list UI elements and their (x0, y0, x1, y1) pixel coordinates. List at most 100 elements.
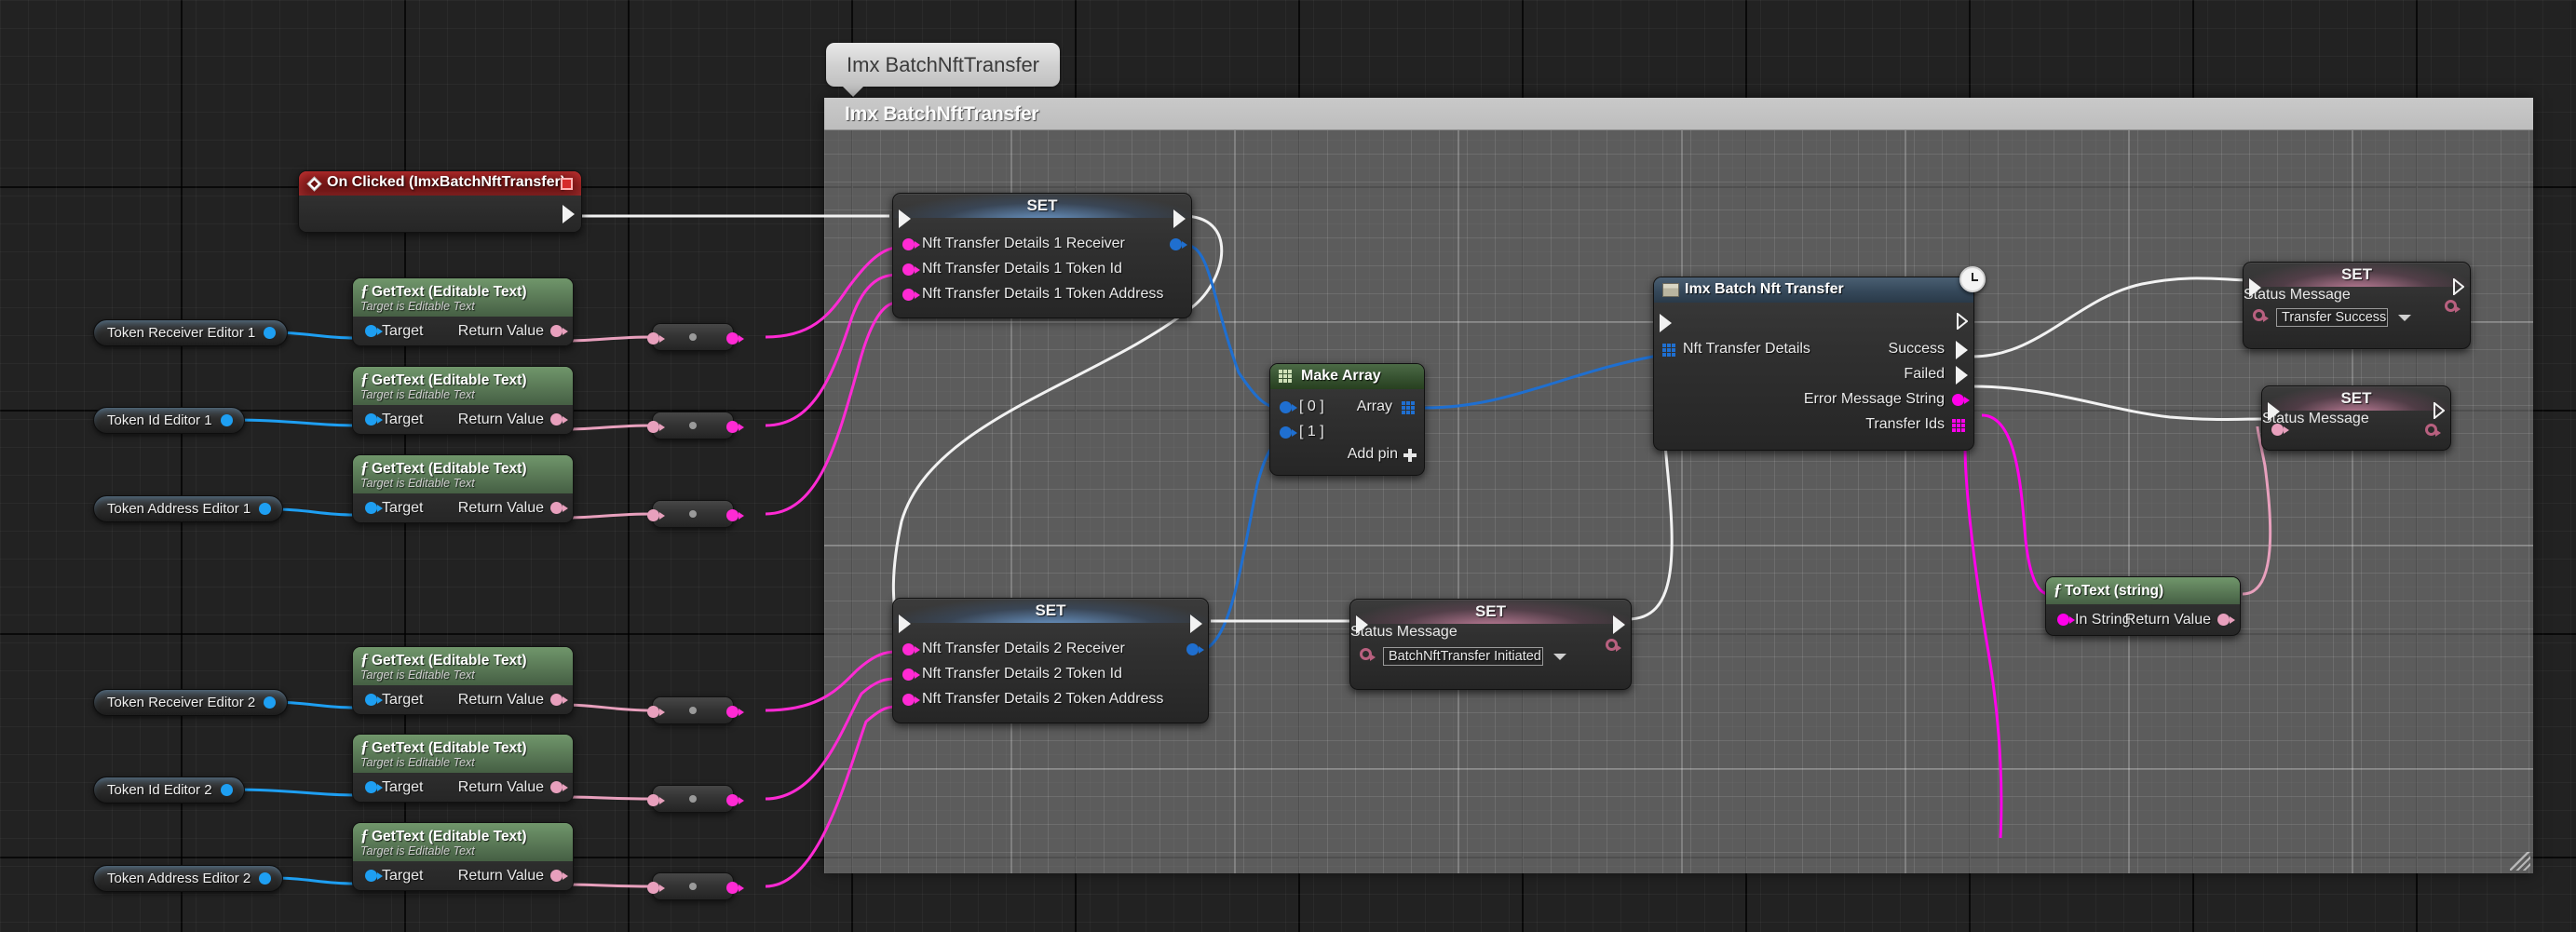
text-to-string-conversion-node-3[interactable] (652, 500, 734, 528)
conv-in-pin[interactable] (647, 421, 659, 433)
target-in-pin[interactable] (365, 502, 377, 514)
variable-token-id-editor-1[interactable]: Token Id Editor 1 (93, 407, 245, 434)
variable-out-pin[interactable] (259, 872, 271, 885)
conv-out-pin[interactable] (726, 706, 739, 718)
batch-exec-out-pin[interactable] (1957, 313, 1967, 329)
gettext-node-3[interactable]: ƒGetText (Editable Text) Target is Edita… (352, 454, 574, 523)
set-exec-out-pin[interactable] (2453, 278, 2463, 294)
gettext-node-6[interactable]: ƒGetText (Editable Text) Target is Edita… (352, 822, 574, 891)
error-message-string-out-pin[interactable] (1952, 394, 1964, 406)
event-exec-out-pin[interactable] (563, 205, 575, 223)
conv-out-pin[interactable] (726, 332, 739, 344)
text-to-string-conversion-node-5[interactable] (652, 785, 734, 813)
graph-tab-imx-batchnfttransfer[interactable]: Imx BatchNftTransfer (826, 43, 1060, 87)
gettext-node-4[interactable]: ƒGetText (Editable Text) Target is Edita… (352, 646, 574, 715)
add-pin-label[interactable]: Add pin (1348, 446, 1398, 463)
conv-in-pin[interactable] (647, 706, 659, 718)
transfer-ids-out-pin[interactable] (1952, 419, 1965, 432)
chevron-down-icon[interactable] (1553, 654, 1566, 660)
red-square-icon[interactable] (561, 178, 573, 190)
conv-in-pin[interactable] (647, 882, 659, 894)
set-in-pin[interactable] (902, 263, 915, 276)
target-in-pin[interactable] (365, 413, 377, 425)
variable-token-id-editor-2[interactable]: Token Id Editor 2 (93, 777, 245, 804)
set-in-pin[interactable] (902, 669, 915, 681)
conv-out-pin[interactable] (726, 882, 739, 894)
in-string-pin[interactable] (2057, 614, 2069, 626)
batch-exec-in-pin[interactable] (1660, 314, 1672, 332)
text-to-string-conversion-node-6[interactable] (652, 872, 734, 900)
status-message-text-field[interactable]: Transfer Success (2276, 308, 2388, 327)
totext-string-node[interactable]: ƒToText (string) In String Return Value (2045, 576, 2241, 636)
target-in-pin[interactable] (365, 870, 377, 882)
event-node-on-clicked[interactable]: On Clicked (ImxBatchNftTransfer) (298, 170, 582, 233)
status-message-text-field[interactable]: BatchNftTransfer Initiated... (1383, 647, 1543, 666)
variable-token-receiver-editor-2[interactable]: Token Receiver Editor 2 (93, 689, 288, 716)
status-message-in-pin[interactable] (2271, 424, 2284, 436)
status-message-out-pin[interactable] (2445, 300, 2457, 312)
conv-in-pin[interactable] (647, 332, 659, 344)
set-struct-out-pin[interactable] (1170, 238, 1182, 250)
status-message-in-pin[interactable] (2253, 309, 2265, 321)
chevron-down-icon[interactable] (2398, 315, 2411, 321)
conv-out-pin[interactable] (726, 509, 739, 521)
nft-transfer-details-in-pin[interactable] (1662, 344, 1675, 357)
gettext-node-5[interactable]: ƒGetText (Editable Text) Target is Edita… (352, 734, 574, 803)
target-in-pin[interactable] (365, 694, 377, 706)
return-value-out-pin[interactable] (550, 502, 563, 514)
status-message-out-pin[interactable] (1606, 639, 1618, 651)
set-node-nft-transfer-details-2[interactable]: SET Nft Transfer Details 2 Receiver Nft … (892, 598, 1209, 723)
return-value-out-pin[interactable] (550, 870, 563, 882)
target-in-pin[interactable] (365, 781, 377, 793)
variable-token-address-editor-1[interactable]: Token Address Editor 1 (93, 495, 283, 522)
return-value-out-pin[interactable] (550, 694, 563, 706)
return-value-out-pin[interactable] (2217, 614, 2230, 626)
status-message-in-pin[interactable] (1360, 648, 1372, 660)
conv-out-pin[interactable] (726, 794, 739, 806)
success-exec-out-pin[interactable] (1956, 341, 1968, 359)
set-struct-out-pin[interactable] (1186, 643, 1199, 655)
set-exec-out-pin[interactable] (1173, 209, 1186, 228)
failed-exec-out-pin[interactable] (1956, 366, 1968, 385)
set-node-status-message-error[interactable]: SET Status Message (2261, 385, 2451, 451)
blueprint-editor-canvas[interactable]: Imx BatchNftTransfer Imx BatchNftTransfe… (0, 0, 2576, 932)
variable-out-pin[interactable] (264, 696, 276, 709)
conv-in-pin[interactable] (647, 509, 659, 521)
set-node-status-message-success[interactable]: SET Status Message Transfer Success (2243, 262, 2471, 349)
set-node-status-message-initiated[interactable]: SET Status Message BatchNftTransfer Init… (1349, 599, 1632, 690)
gettext-node-2[interactable]: ƒGetText (Editable Text) Target is Edita… (352, 366, 574, 435)
array-out-pin[interactable] (1402, 401, 1415, 414)
return-value-out-pin[interactable] (550, 325, 563, 337)
set-exec-out-pin[interactable] (1613, 615, 1625, 634)
set-exec-in-pin[interactable] (899, 209, 911, 228)
set-exec-in-pin[interactable] (1356, 615, 1368, 634)
return-value-out-pin[interactable] (550, 413, 563, 425)
set-exec-in-pin[interactable] (2249, 278, 2261, 297)
return-value-out-pin[interactable] (550, 781, 563, 793)
set-exec-in-pin[interactable] (899, 615, 911, 633)
set-node-nft-transfer-details-1[interactable]: SET Nft Transfer Details 1 Receiver Nft … (892, 193, 1192, 318)
text-to-string-conversion-node-4[interactable] (652, 696, 734, 724)
set-exec-in-pin[interactable] (2268, 402, 2280, 421)
make-array-node[interactable]: Make Array [ 0 ] Array [ 1 ] Add pin (1269, 363, 1425, 476)
set-in-pin[interactable] (902, 643, 915, 655)
variable-token-address-editor-2[interactable]: Token Address Editor 2 (93, 865, 283, 892)
gettext-node-1[interactable]: ƒGetText (Editable Text) Target is Edita… (352, 277, 574, 346)
conv-in-pin[interactable] (647, 794, 659, 806)
variable-token-receiver-editor-1[interactable]: Token Receiver Editor 1 (93, 319, 288, 346)
set-in-pin[interactable] (902, 289, 915, 301)
variable-out-pin[interactable] (221, 784, 233, 796)
set-in-pin[interactable] (902, 694, 915, 706)
panel-resize-grip[interactable] (2510, 852, 2530, 871)
variable-out-pin[interactable] (259, 503, 271, 515)
set-exec-out-pin[interactable] (2434, 402, 2444, 418)
set-in-pin[interactable] (902, 238, 915, 250)
variable-out-pin[interactable] (221, 414, 233, 426)
text-to-string-conversion-node-2[interactable] (652, 412, 734, 439)
text-to-string-conversion-node-1[interactable] (652, 323, 734, 351)
imx-batch-nft-transfer-node[interactable]: Imx Batch Nft Transfer Nft Transfer Deta… (1653, 277, 1974, 451)
status-message-out-pin[interactable] (2425, 424, 2437, 436)
plus-icon[interactable] (1403, 449, 1417, 462)
conv-out-pin[interactable] (726, 421, 739, 433)
target-in-pin[interactable] (365, 325, 377, 337)
